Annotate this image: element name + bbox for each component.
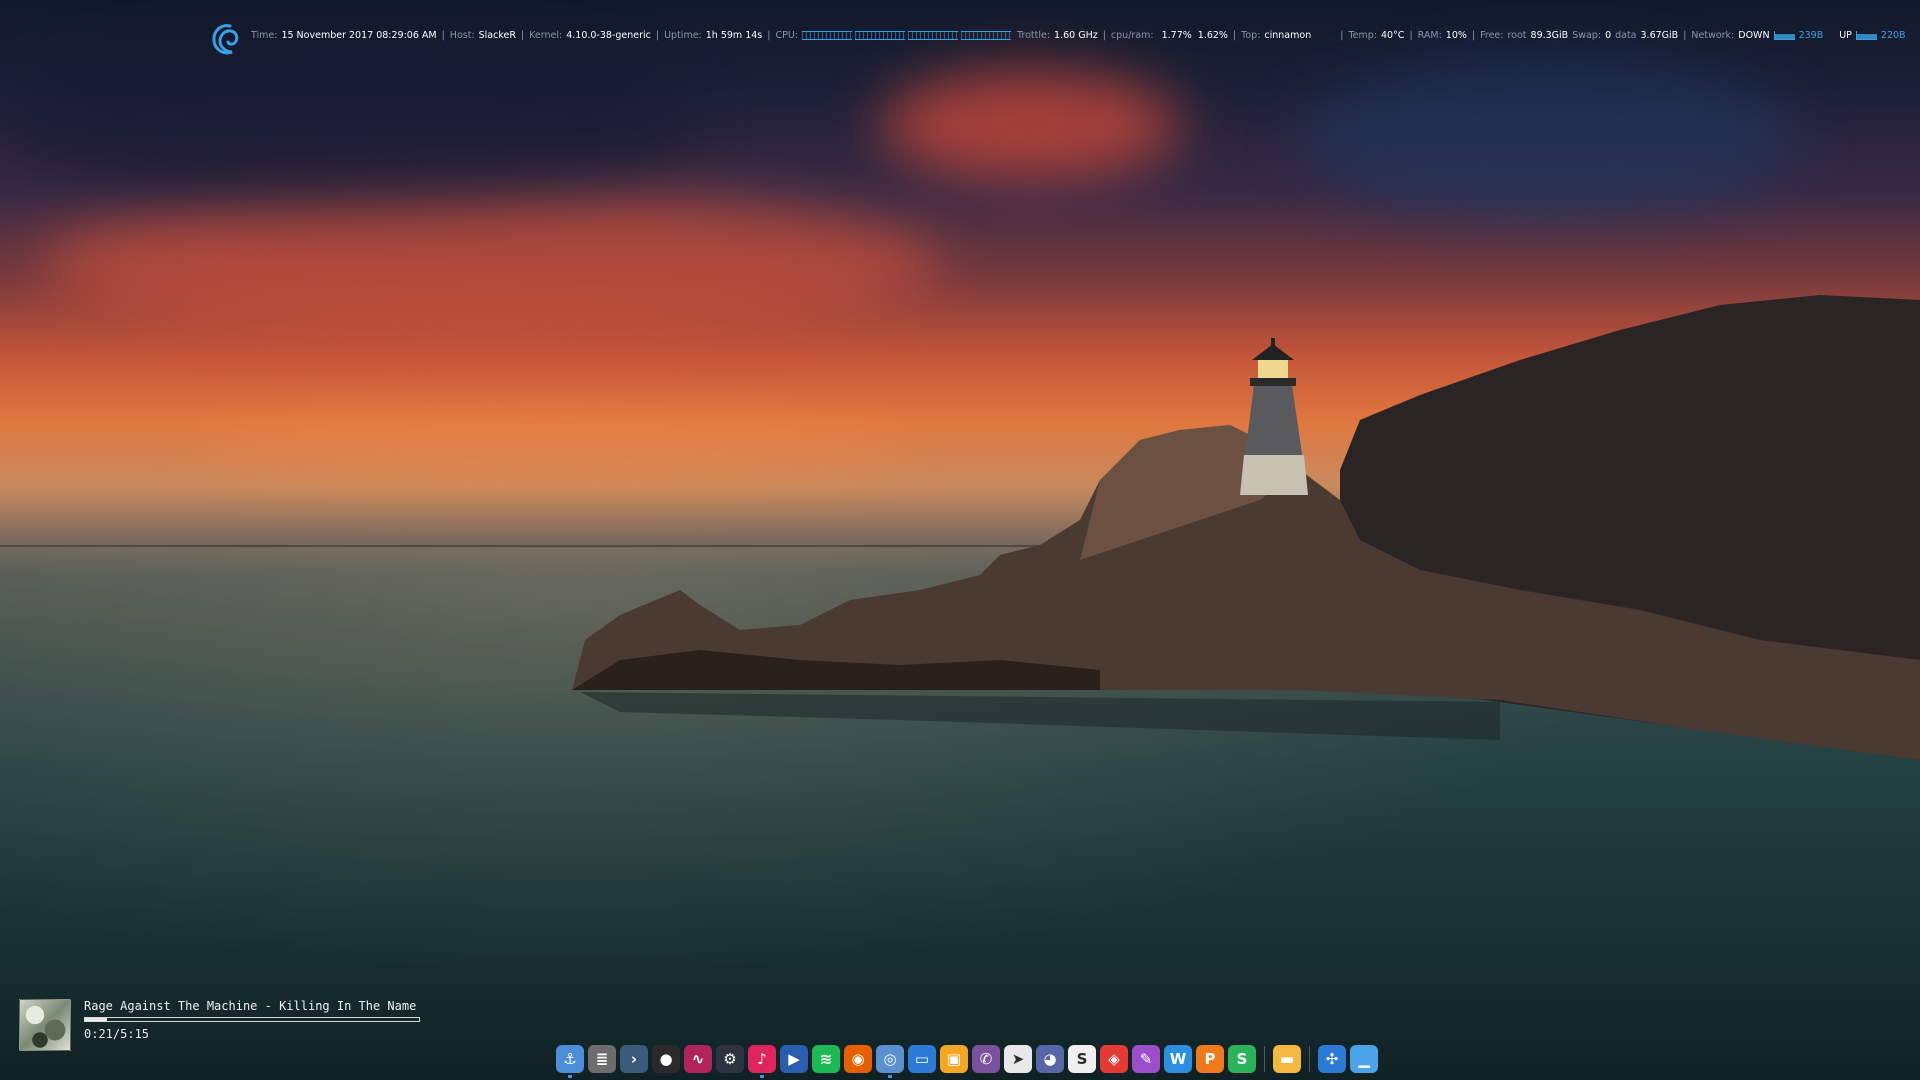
file-manager-icon[interactable]: ≣ [588, 1045, 616, 1073]
editor-icon[interactable]: ✎ [1132, 1045, 1160, 1073]
conky-separator: | [441, 29, 445, 41]
conky-host-label: Host: [449, 29, 475, 41]
conky-top-label: Top: [1241, 29, 1261, 41]
conky-separator: | [1102, 29, 1106, 41]
conky-network-label: Network: [1691, 29, 1735, 41]
audio-waveform-icon[interactable]: ∿ [684, 1045, 712, 1073]
telegram-icon[interactable]: ➤ [1004, 1045, 1032, 1073]
conky-cpuram-label: cpu/ram: [1110, 29, 1154, 41]
conky-free-label: Free: [1480, 29, 1504, 41]
conky-host-value: SlackeR [478, 29, 516, 41]
network-icon[interactable]: ✣ [1318, 1045, 1346, 1073]
conky-ram-label: RAM: [1417, 29, 1442, 41]
conky-swap-label: Swap: [1572, 29, 1602, 41]
conky-cpu-value: 1.77% [1161, 29, 1192, 41]
track-progress-bar[interactable] [84, 1017, 420, 1022]
wallpaper-scenery [572, 295, 1920, 760]
conky-root-value: 89.3GiB [1530, 29, 1569, 41]
track-time: 0:21/5:15 [84, 1027, 150, 1041]
conky-root-label: root [1507, 29, 1527, 41]
discord-icon[interactable]: ◕ [1036, 1045, 1064, 1073]
network-up-graph [1855, 30, 1877, 40]
terminal-icon[interactable]: › [620, 1045, 648, 1073]
conky-temp-label: Temp: [1348, 29, 1377, 41]
conky-up-label: UP [1839, 29, 1852, 41]
conky-separator: | [1340, 29, 1344, 41]
debian-logo-icon [212, 24, 239, 55]
conky-data-value: 3.67GiB [1640, 29, 1679, 41]
conky-ram-value: 1.62% [1197, 29, 1228, 41]
track-progress-fill [85, 1018, 108, 1021]
screenshot-icon[interactable]: ▣ [940, 1045, 968, 1073]
dock-separator [1264, 1046, 1265, 1072]
wps-presentation-icon[interactable]: P [1196, 1045, 1224, 1073]
conky-uptime-value: 1h 59m 14s [705, 29, 763, 41]
package-icon[interactable]: ◈ [1100, 1045, 1128, 1073]
chromium-icon[interactable]: ◎ [876, 1045, 904, 1078]
steam-icon[interactable]: ⚙ [716, 1045, 744, 1073]
cpu-core-graph [907, 30, 958, 40]
desktop: Time: 15 November 2017 08:29:06 AM | Hos… [0, 0, 1920, 1080]
conky-trottle-value: 1.60 GHz [1054, 29, 1098, 41]
remote-desktop-icon[interactable]: ▭ [908, 1045, 936, 1073]
lighthouse [1240, 338, 1308, 495]
spotify-icon[interactable]: ≋ [812, 1045, 840, 1073]
dock: ⚓ ≣ › ● ∿ ⚙ ♪ ▶ ≋ ◉ ◎ ▭ ▣ ✆ ➤ ◕ S ◈ ✎ W P S ▬ ✣ ▁ [556, 1044, 1378, 1078]
conky-kernel-value: 4.10.0-38-generic [566, 29, 651, 41]
conky-top-value: cinnamon [1264, 29, 1312, 41]
conky-separator: | [655, 29, 660, 41]
conky-swap-value: 0 [1605, 29, 1612, 41]
conky-time-label: Time: [251, 29, 278, 41]
conky-separator: | [767, 29, 771, 41]
show-desktop-icon[interactable]: ▁ [1350, 1045, 1378, 1073]
conky-system-monitor: Time: 15 November 2017 08:29:06 AM | Hos… [251, 20, 1920, 50]
skype-icon[interactable]: S [1068, 1045, 1096, 1073]
viber-icon[interactable]: ✆ [972, 1045, 1000, 1073]
conky-separator: | [1471, 29, 1476, 41]
conky-uptime-label: Uptime: [664, 29, 702, 41]
music-widget: Rage Against The Machine - Killing In Th… [19, 999, 439, 1059]
conky-separator: | [1232, 29, 1237, 41]
conky-separator: | [1409, 29, 1413, 41]
cpu-core-graph [960, 30, 1011, 40]
conky-down-label: DOWN [1738, 29, 1770, 41]
conky-up-value: 220B [1880, 29, 1906, 41]
firefox-icon[interactable]: ◉ [844, 1045, 872, 1073]
cpu-core-graph [801, 30, 852, 40]
conky-ram-percent: 10% [1445, 29, 1467, 41]
conky-kernel-label: Kernel: [529, 29, 563, 41]
conky-time-value: 15 November 2017 08:29:06 AM [281, 29, 437, 41]
anchor-icon[interactable]: ⚓ [556, 1045, 584, 1078]
conky-separator: | [520, 29, 525, 41]
conky-separator: | [1683, 29, 1687, 41]
conky-down-value: 239B [1798, 29, 1824, 41]
folder-icon[interactable]: ▬ [1273, 1045, 1301, 1073]
wallpaper-reflection [580, 692, 1500, 740]
play-store-icon[interactable]: ▶ [780, 1045, 808, 1073]
network-down-graph [1773, 30, 1795, 40]
music-player-icon[interactable]: ♪ [748, 1045, 776, 1078]
cpu-core-graph [854, 30, 905, 40]
conky-data-label: data [1615, 29, 1637, 41]
conky-cpu-label: CPU: [775, 29, 798, 41]
wps-spreadsheet-icon[interactable]: S [1228, 1045, 1256, 1073]
conky-temp-value: 40°C [1380, 29, 1405, 41]
obs-icon[interactable]: ● [652, 1045, 680, 1073]
album-art[interactable] [19, 999, 71, 1051]
dock-separator [1309, 1046, 1310, 1072]
wps-writer-icon[interactable]: W [1164, 1045, 1192, 1073]
track-title: Rage Against The Machine - Killing In Th… [84, 999, 417, 1013]
conky-trottle-label: Trottle: [1016, 29, 1051, 41]
